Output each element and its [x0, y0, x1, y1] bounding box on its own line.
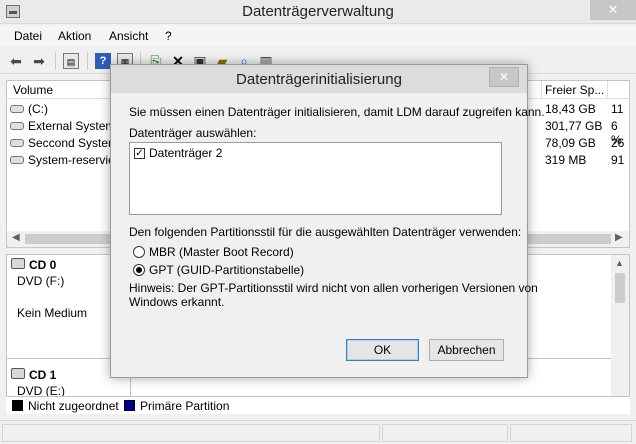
forward-arrow-icon[interactable]: ➡ — [31, 53, 47, 69]
cd-drive-icon — [11, 258, 25, 269]
volume-free-space: 301,77 GB — [545, 119, 603, 133]
select-disk-label: Datenträger auswählen: — [129, 126, 257, 140]
dialog-close-button[interactable]: ✕ — [489, 67, 519, 87]
gpt-hint-line2: Windows erkannt. — [129, 295, 225, 309]
dialog-intro-text: Sie müssen einen Datenträger initialisie… — [129, 105, 545, 119]
toolbar-separator — [87, 52, 88, 70]
initialize-disk-dialog: Datenträgerinitialisierung ✕ Sie müssen … — [110, 64, 545, 378]
status-cell — [2, 424, 380, 442]
toolbar-separator — [55, 52, 56, 70]
volume-name: (C:) — [28, 102, 48, 116]
status-cell — [382, 424, 508, 442]
volume-drive-icon — [10, 139, 24, 147]
disk-2-label[interactable]: Datenträger 2 — [149, 146, 222, 160]
back-arrow-icon[interactable]: ⬅ — [8, 53, 24, 69]
console-tree-icon[interactable]: ▤ — [63, 53, 79, 69]
disk-type: DVD (F:) — [17, 274, 65, 288]
volume-free-percent: 11 — [611, 102, 624, 116]
legend-swatch-primary — [124, 400, 135, 411]
volume-drive-icon — [10, 105, 24, 113]
volume-free-space: 18,43 GB — [545, 102, 596, 116]
gpt-radio-label[interactable]: GPT (GUID-Partitionstabelle) — [149, 263, 304, 277]
volume-free-space: 78,09 GB — [545, 136, 596, 150]
legend-label: Primäre Partition — [140, 399, 230, 413]
legend-swatch-unallocated — [12, 400, 23, 411]
volume-name: External System — [28, 119, 116, 133]
menu-bar: Datei Aktion Ansicht ? — [0, 25, 636, 47]
disk-media-status: Kein Medium — [17, 306, 88, 320]
ok-button[interactable]: OK — [346, 339, 419, 361]
disk-2-checkbox[interactable]: ✓ — [134, 148, 145, 159]
disk-name: CD 0 — [29, 258, 57, 272]
volume-free-space: 319 MB — [545, 153, 587, 167]
volume-drive-icon — [10, 122, 24, 130]
volume-free-percent: 91 — [611, 153, 625, 167]
disk-name: CD 1 — [29, 368, 57, 382]
cd-drive-icon — [11, 368, 25, 379]
menu-datei[interactable]: Datei — [14, 29, 42, 43]
volume-free-percent: 26 — [611, 136, 625, 150]
status-bar — [0, 420, 636, 444]
status-cell — [510, 424, 632, 442]
scroll-right-icon[interactable]: ▶ — [615, 232, 623, 243]
volume-name: System-reservie — [28, 153, 115, 167]
window-close-button[interactable]: ✕ — [590, 0, 636, 20]
scrollbar-thumb[interactable] — [615, 273, 625, 303]
partition-style-prompt: Den folgenden Partitionsstil für die aus… — [129, 225, 522, 239]
menu-ansicht[interactable]: Ansicht — [109, 29, 148, 43]
gpt-radio[interactable] — [133, 264, 145, 276]
window-titlebar: Datenträgerverwaltung ✕ — [0, 0, 636, 24]
column-free-space[interactable]: Freier Sp... — [545, 83, 604, 97]
scroll-up-icon[interactable]: ▲ — [615, 258, 624, 268]
column-volume[interactable]: Volume — [13, 83, 53, 97]
column-divider[interactable] — [607, 81, 608, 99]
dialog-title: Datenträgerinitialisierung — [236, 71, 402, 88]
dialog-titlebar: Datenträgerinitialisierung ✕ — [111, 65, 527, 93]
menu-help[interactable]: ? — [165, 29, 172, 43]
menu-aktion[interactable]: Aktion — [58, 29, 91, 43]
scroll-left-icon[interactable]: ◀ — [12, 232, 20, 243]
cancel-button[interactable]: Abbrechen — [429, 339, 504, 361]
window-title: Datenträgerverwaltung — [242, 3, 394, 20]
volume-name: Seccond System — [28, 136, 119, 150]
vertical-scrollbar[interactable]: ▲ — [611, 255, 629, 396]
gpt-hint-line1: Hinweis: Der GPT-Partitionsstil wird nic… — [129, 281, 538, 295]
mbr-radio[interactable] — [133, 246, 145, 258]
volume-drive-icon — [10, 156, 24, 164]
column-divider[interactable] — [541, 81, 542, 99]
legend-label: Nicht zugeordnet — [28, 399, 119, 413]
disk-selection-list[interactable]: ✓ Datenträger 2 — [129, 142, 502, 215]
mbr-radio-label[interactable]: MBR (Master Boot Record) — [149, 245, 294, 259]
help-icon[interactable]: ? — [95, 53, 111, 69]
legend-bar: Nicht zugeordnet Primäre Partition — [6, 396, 630, 414]
